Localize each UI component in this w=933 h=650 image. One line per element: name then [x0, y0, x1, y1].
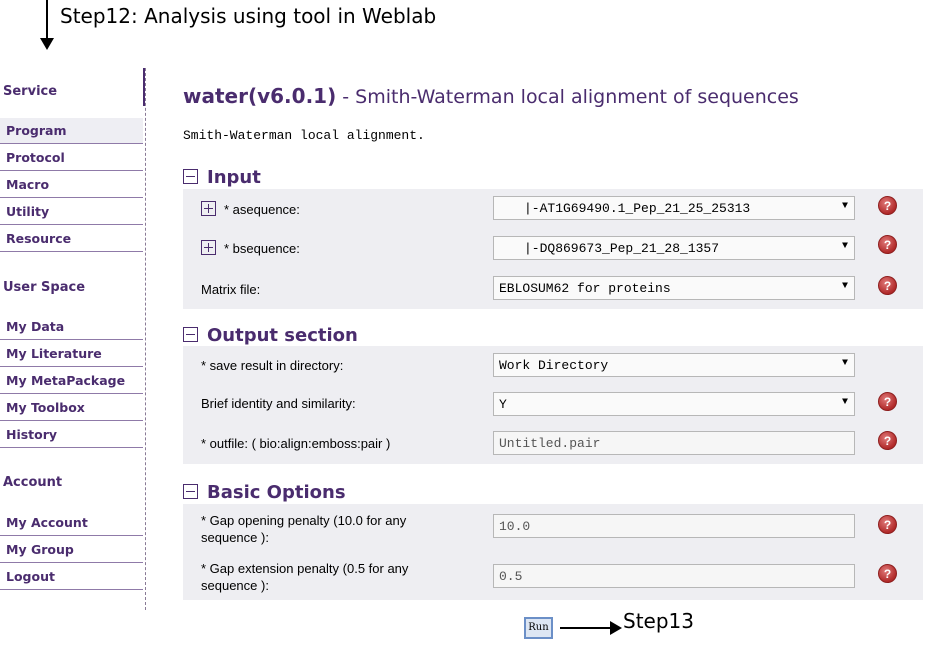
matrix-row: Matrix file: EBLOSUM62 for proteins ▼ ? [183, 269, 923, 307]
gap-open-label: * Gap opening penalty (10.0 for any seque… [201, 513, 407, 545]
annotation-step12: Step12: Analysis using tool in Weblab [60, 4, 437, 28]
chevron-down-icon: ▼ [841, 241, 848, 252]
section-input-toggle[interactable]: Input [183, 167, 261, 188]
help-icon[interactable]: ? [878, 196, 897, 215]
collapse-icon [183, 327, 198, 342]
sidebar-item-my-metapackage[interactable]: My MetaPackage [0, 368, 143, 394]
basic-options-panel: * Gap opening penalty (10.0 for any seque… [183, 504, 923, 600]
sidebar-item-label: My Account [6, 515, 88, 530]
sidebar-item-label: Utility [6, 204, 50, 219]
help-icon[interactable]: ? [878, 235, 897, 254]
collapse-icon [183, 484, 198, 499]
bsequence-row: * bsequence: |-DQ869673_Pep_21_28_1357 ▼ … [183, 229, 923, 267]
expand-icon[interactable] [201, 240, 216, 255]
chevron-down-icon: ▼ [841, 281, 848, 292]
matrix-label: Matrix file: [201, 282, 261, 297]
run-button[interactable]: Run [524, 617, 553, 639]
outfile-input[interactable]: Untitled.pair [493, 431, 855, 455]
outfile-row: * outfile: ( bio:align:emboss:pair ) Unt… [183, 424, 923, 462]
sidebar-divider [143, 68, 145, 106]
bsequence-select[interactable]: |-DQ869673_Pep_21_28_1357 ▼ [493, 236, 855, 260]
section-input-heading: Input [207, 167, 261, 188]
sidebar-item-label: My Literature [6, 346, 102, 361]
annotation-arrowhead-down [40, 38, 54, 50]
sidebar-heading-account: Account [3, 475, 63, 490]
asequence-label: * asequence: [201, 201, 300, 217]
help-icon[interactable]: ? [878, 564, 897, 583]
sidebar-item-label: Macro [6, 177, 50, 192]
help-icon[interactable]: ? [878, 515, 897, 534]
sidebar-item-label: My Group [6, 542, 74, 557]
chevron-down-icon: ▼ [841, 358, 848, 369]
matrix-file-select[interactable]: EBLOSUM62 for proteins ▼ [493, 276, 855, 300]
asequence-row: * asequence: |-AT1G69490.1_Pep_21_25_253… [183, 189, 923, 227]
section-basic-toggle[interactable]: Basic Options [183, 482, 346, 503]
sidebar-item-my-group[interactable]: My Group [0, 537, 143, 563]
brief-row: Brief identity and similarity: Y ▼ ? [183, 385, 923, 423]
output-panel: * save result in directory: Work Directo… [183, 346, 923, 464]
brief-select[interactable]: Y ▼ [493, 392, 855, 416]
chevron-down-icon: ▼ [841, 201, 848, 212]
input-panel: * asequence: |-AT1G69490.1_Pep_21_25_253… [183, 189, 923, 309]
section-basic-heading: Basic Options [207, 482, 346, 503]
sidebar-item-program[interactable]: Program [0, 118, 143, 144]
directory-label: * save result in directory: [201, 358, 344, 373]
tool-subtitle: - Smith-Waterman local alignment of sequ… [336, 86, 799, 108]
sidebar-item-resource[interactable]: Resource [0, 226, 143, 252]
page-title: water(v6.0.1) - Smith-Waterman local ali… [183, 84, 799, 109]
asequence-select[interactable]: |-AT1G69490.1_Pep_21_25_25313 ▼ [493, 196, 855, 220]
sidebar-item-label: Logout [6, 569, 55, 584]
gap-extension-input[interactable]: 0.5 [493, 564, 855, 588]
tool-description: Smith-Waterman local alignment. [183, 128, 425, 143]
help-icon[interactable]: ? [878, 392, 897, 411]
brief-label: Brief identity and similarity: [201, 396, 356, 411]
chevron-down-icon: ▼ [841, 397, 848, 408]
sidebar-item-protocol[interactable]: Protocol [0, 145, 143, 171]
sidebar-item-my-toolbox[interactable]: My Toolbox [0, 395, 143, 421]
help-icon[interactable]: ? [878, 276, 897, 295]
sidebar-item-my-literature[interactable]: My Literature [0, 341, 143, 367]
annotation-arrow-right [560, 627, 612, 629]
sidebar-item-utility[interactable]: Utility [0, 199, 143, 225]
tool-name: water(v6.0.1) [183, 84, 337, 108]
sidebar-item-macro[interactable]: Macro [0, 172, 143, 198]
annotation-arrow-down [46, 0, 48, 40]
outfile-label: * outfile: ( bio:align:emboss:pair ) [201, 436, 391, 451]
annotation-step13: Step13 [623, 609, 694, 633]
gap-extension-label: * Gap extension penalty (0.5 for any sequ… [201, 561, 409, 593]
sidebar-item-my-data[interactable]: My Data [0, 314, 143, 340]
directory-row: * save result in directory: Work Directo… [183, 346, 923, 384]
gap-extension-row: * Gap extension penalty (0.5 for any sequ… [183, 554, 923, 600]
sidebar-item-label: Program [6, 123, 67, 138]
section-output-toggle[interactable]: Output section [183, 325, 358, 346]
gap-open-input[interactable]: 10.0 [493, 514, 855, 538]
directory-select[interactable]: Work Directory ▼ [493, 353, 855, 377]
sidebar-item-label: My Data [6, 319, 65, 334]
collapse-icon [183, 169, 198, 184]
help-icon[interactable]: ? [878, 431, 897, 450]
sidebar-heading-user-space: User Space [3, 280, 86, 295]
bsequence-label: * bsequence: [201, 240, 300, 256]
sidebar-item-label: Protocol [6, 150, 65, 165]
sidebar-item-label: History [6, 427, 58, 442]
gap-open-row: * Gap opening penalty (10.0 for any seque… [183, 504, 923, 552]
sidebar-item-my-account[interactable]: My Account [0, 510, 143, 536]
sidebar-item-label: My Toolbox [6, 400, 85, 415]
sidebar-item-label: Resource [6, 231, 72, 246]
sidebar-item-history[interactable]: History [0, 422, 143, 448]
sidebar-item-label: My MetaPackage [6, 373, 126, 388]
sidebar-heading-service: Service [3, 84, 58, 99]
expand-icon[interactable] [201, 201, 216, 216]
sidebar-item-logout[interactable]: Logout [0, 564, 143, 590]
annotation-arrowhead-right [610, 621, 622, 635]
section-output-heading: Output section [207, 325, 358, 346]
